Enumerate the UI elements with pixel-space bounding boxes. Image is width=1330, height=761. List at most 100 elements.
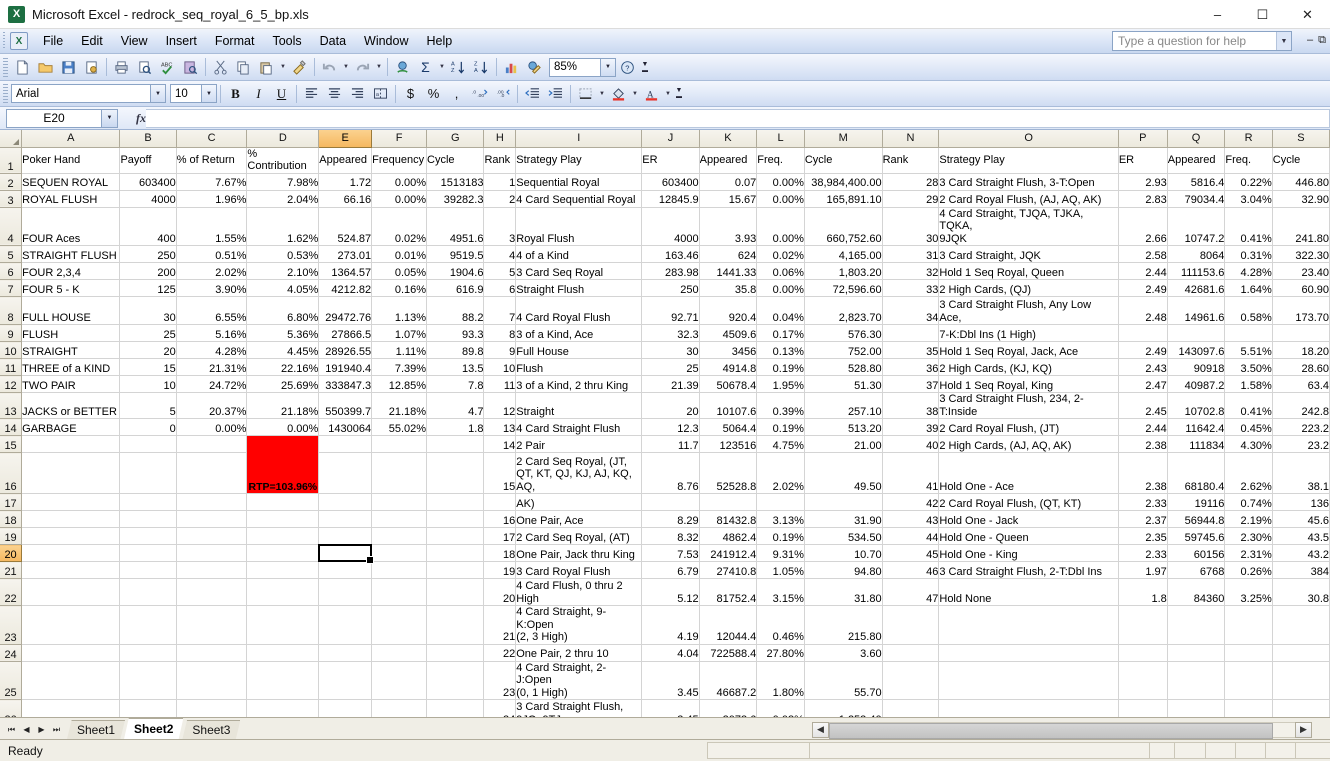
cell-R17[interactable]: 0.74%: [1224, 493, 1273, 511]
cell-N17[interactable]: 42: [882, 493, 940, 511]
cell-L16[interactable]: 2.02%: [756, 452, 805, 494]
prev-sheet-icon[interactable]: ◀: [19, 722, 34, 737]
chevron-down-icon[interactable]: ▼: [1276, 32, 1291, 50]
cell-G19[interactable]: [426, 527, 485, 545]
cell-S14[interactable]: 223.2: [1272, 418, 1330, 436]
cell-Q18[interactable]: 56944.8: [1167, 510, 1226, 528]
close-button[interactable]: ✕: [1285, 0, 1330, 29]
cell-G6[interactable]: 1904.6: [426, 262, 485, 280]
cell-M14[interactable]: 513.20: [804, 418, 883, 436]
cell-O21[interactable]: 3 Card Straight Flush, 2-T:Dbl Ins: [938, 561, 1119, 579]
print-icon[interactable]: [110, 56, 133, 78]
cell-S8[interactable]: 173.70: [1272, 296, 1330, 325]
cell-I6[interactable]: 3 Card Seq Royal: [515, 262, 643, 280]
cell-J26[interactable]: 3.45: [641, 699, 700, 717]
cell-S23[interactable]: [1272, 605, 1330, 645]
cell-C3[interactable]: 1.96%: [176, 190, 248, 208]
minimize-button[interactable]: ‒: [1195, 0, 1240, 29]
rtp-cell[interactable]: RTP=103.96%: [246, 435, 320, 494]
cell-D13[interactable]: 21.18%: [246, 392, 320, 419]
cell-H13[interactable]: 12: [483, 392, 517, 419]
cell-L17[interactable]: [756, 493, 805, 511]
row-header-13[interactable]: 13: [0, 392, 23, 419]
cell-G12[interactable]: 7.8: [426, 375, 485, 393]
cell-L13[interactable]: 0.39%: [756, 392, 805, 419]
cell-E3[interactable]: 66.16: [318, 190, 373, 208]
cell-G16[interactable]: [426, 452, 485, 494]
cell-I5[interactable]: 4 of a Kind: [515, 245, 643, 263]
cell-G9[interactable]: 93.3: [426, 324, 485, 342]
formatting-toolbar-grip-handle[interactable]: [3, 84, 8, 103]
cell-S24[interactable]: [1272, 644, 1330, 662]
cell-P8[interactable]: 2.48: [1118, 296, 1168, 325]
cell-A1[interactable]: Poker Hand: [21, 147, 121, 174]
borders-icon[interactable]: [574, 83, 597, 105]
cell-Q8[interactable]: 14961.6: [1167, 296, 1226, 325]
column-header-K[interactable]: K: [699, 130, 758, 148]
cell-B2[interactable]: 603400: [119, 173, 177, 191]
cell-S5[interactable]: 322.30: [1272, 245, 1330, 263]
cell-J21[interactable]: 6.79: [641, 561, 700, 579]
cell-N26[interactable]: [882, 699, 940, 717]
cell-C14[interactable]: 0.00%: [176, 418, 248, 436]
cell-Q19[interactable]: 59745.6: [1167, 527, 1226, 545]
cell-P18[interactable]: 2.37: [1118, 510, 1168, 528]
cell-H24[interactable]: 22: [483, 644, 517, 662]
save-icon[interactable]: [57, 56, 80, 78]
worksheet-table[interactable]: A B C D E F G H I J K L M N O P Q R S 1 Poker Hand Payoff% of…: [0, 130, 1330, 717]
cell-B24[interactable]: [119, 644, 177, 662]
cell-L4[interactable]: 0.00%: [756, 207, 805, 246]
cell-I13[interactable]: Straight: [515, 392, 643, 419]
cell-K15[interactable]: 123516: [699, 435, 758, 453]
cell-A22[interactable]: [21, 578, 121, 606]
cell-S1[interactable]: Cycle: [1272, 147, 1330, 174]
document-control-icon[interactable]: [10, 32, 28, 50]
row-header-19[interactable]: 19: [0, 527, 23, 545]
cell-E15[interactable]: [318, 435, 373, 453]
cell-G24[interactable]: [426, 644, 485, 662]
cell-R9[interactable]: [1224, 324, 1273, 342]
doc-minimize-icon[interactable]: ‒: [1307, 34, 1313, 47]
align-left-icon[interactable]: [300, 83, 323, 105]
cell-N21[interactable]: 46: [882, 561, 940, 579]
cell-F17[interactable]: [371, 493, 428, 511]
cell-M19[interactable]: 534.50: [804, 527, 883, 545]
cell-R8[interactable]: 0.58%: [1224, 296, 1273, 325]
cell-B3[interactable]: 4000: [119, 190, 177, 208]
cell-F16[interactable]: [371, 452, 428, 494]
cell-M8[interactable]: 2,823.70: [804, 296, 883, 325]
cell-M13[interactable]: 257.10: [804, 392, 883, 419]
cell-G8[interactable]: 88.2: [426, 296, 485, 325]
cell-E6[interactable]: 1364.57: [318, 262, 373, 280]
cell-H5[interactable]: 4: [483, 245, 517, 263]
row-header-24[interactable]: 24: [0, 644, 23, 662]
cell-Q21[interactable]: 6768: [1167, 561, 1226, 579]
cell-S4[interactable]: 241.80: [1272, 207, 1330, 246]
cell-K14[interactable]: 5064.4: [699, 418, 758, 436]
cell-F1[interactable]: Frequency: [371, 147, 428, 174]
cell-N1[interactable]: Rank: [882, 147, 940, 174]
last-sheet-icon[interactable]: ⏭: [49, 722, 64, 737]
zoom-box[interactable]: 85%: [549, 57, 601, 77]
cell-Q17[interactable]: 19116: [1167, 493, 1226, 511]
cell-E12[interactable]: 333847.3: [318, 375, 373, 393]
cell-S21[interactable]: 384: [1272, 561, 1330, 579]
cell-E9[interactable]: 27866.5: [318, 324, 373, 342]
font-dropdown-icon[interactable]: ▼: [151, 84, 166, 103]
cell-A18[interactable]: [21, 510, 121, 528]
cell-N14[interactable]: 39: [882, 418, 940, 436]
cell-O11[interactable]: 2 High Cards, (KJ, KQ): [938, 358, 1119, 376]
cell-H2[interactable]: 1: [483, 173, 517, 191]
cell-R14[interactable]: 0.45%: [1224, 418, 1273, 436]
cell-Q16[interactable]: 68180.4: [1167, 452, 1226, 494]
cell-F19[interactable]: [371, 527, 428, 545]
cell-L25[interactable]: 1.80%: [756, 661, 805, 700]
cell-N10[interactable]: 35: [882, 341, 940, 359]
cell-I26[interactable]: 3 Card Straight Flush, 9JQ, 9TJ: [515, 699, 643, 717]
cell-G2[interactable]: 1513183: [426, 173, 485, 191]
cell-Q9[interactable]: [1167, 324, 1226, 342]
cell-J15[interactable]: 11.7: [641, 435, 700, 453]
autosum-dropdown-icon[interactable]: ▼: [437, 56, 447, 78]
cell-R10[interactable]: 5.51%: [1224, 341, 1273, 359]
cell-G5[interactable]: 9519.5: [426, 245, 485, 263]
